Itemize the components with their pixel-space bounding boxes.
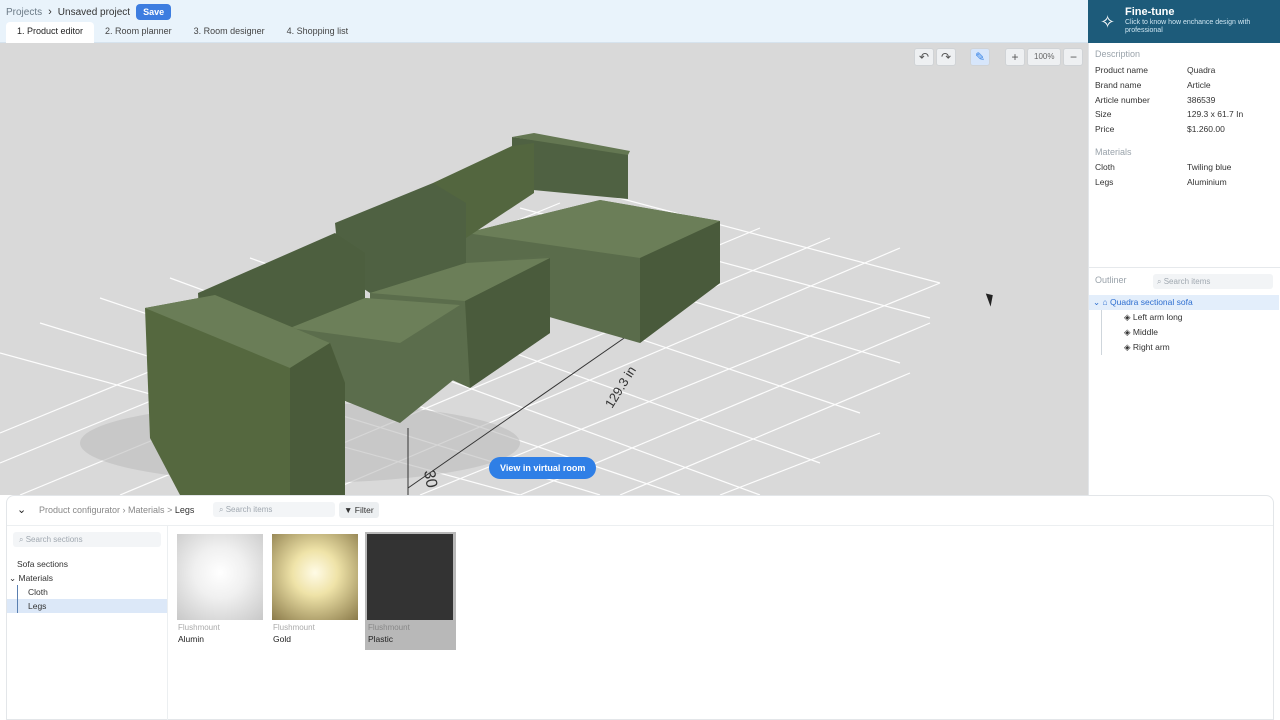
material-card-alumin[interactable]: Flushmount Alumin [175,532,266,650]
cube-icon: ◈ [1124,312,1131,322]
material-swatch [367,534,453,620]
description-title: Description [1095,49,1141,59]
project-name: Unsaved project [57,6,131,18]
collapse-chevron-icon[interactable]: ⌄ [17,503,26,516]
materials-grid: Flushmount Alumin Flushmount Gold Flushm… [175,532,456,650]
zoom-level: 100% [1027,48,1062,66]
configurator-breadcrumb: Product configurator › Materials > Legs [39,505,195,515]
material-category: Flushmount [273,623,315,632]
ruler-icon[interactable]: ✎ [970,48,990,66]
material-card-plastic[interactable]: Flushmount Plastic [365,532,456,650]
material-category: Flushmount [178,623,220,632]
field-legs: Legs Aluminium [1095,177,1227,187]
cube-icon: ◈ [1124,342,1131,352]
sections-tree: ⌕ Search sections Sofa sections ⌄ Materi… [7,526,168,720]
tab-product-editor[interactable]: 1. Product editor [6,22,95,43]
configurator-search-input[interactable]: ⌕ Search items [213,502,335,517]
3d-viewport[interactable]: 129.3 in 30 ↶ ↷ ✎ + 100% − View in virtu… [0,43,1088,495]
field-size: Size 129.3 x 61.7 In [1095,109,1244,119]
material-category: Flushmount [368,623,410,632]
material-name: Plastic [368,634,394,644]
fine-tune-subtitle: Click to know how enchance design with p… [1125,19,1251,34]
field-article-number: Article number 386539 [1095,95,1216,105]
product-configurator-panel: ⌄ Product configurator › Materials > Leg… [6,495,1274,720]
outliner-search-input[interactable]: ⌕ Search items [1153,274,1273,289]
tab-room-designer[interactable]: 3. Room designer [183,22,276,43]
outliner-item-right-arm[interactable]: ◈ Right arm [1101,340,1271,355]
outliner-header: Outliner ⌕ Search items [1089,267,1280,293]
dimension-depth-label: 30 [420,469,440,490]
section-materials[interactable]: ⌄ Materials [7,571,167,585]
material-card-gold[interactable]: Flushmount Gold [270,532,361,650]
field-cloth: Cloth Twiling blue [1095,162,1232,172]
fine-tune-banner[interactable]: ✧ Fine-tune Click to know how enchance d… [1088,0,1280,43]
home-icon: ⌂ [1102,297,1108,307]
outliner-title: Outliner [1095,275,1127,285]
breadcrumb-projects[interactable]: Projects [6,7,42,18]
breadcrumb-chevron-icon: › [48,6,52,18]
section-cloth[interactable]: Cloth [7,585,167,599]
zoom-group: + 100% − [1005,48,1084,66]
material-swatch [272,534,358,620]
material-swatch [177,534,263,620]
outliner-item-left-arm[interactable]: ◈ Left arm long [1101,310,1271,325]
material-name: Alumin [178,634,204,644]
zoom-out-icon[interactable]: − [1063,48,1084,66]
cube-icon: ◈ [1124,327,1131,337]
properties-panel: Description Product name Quadra Brand nam… [1088,43,1280,495]
sparkle-icon: ✧ [1100,12,1116,32]
fine-tune-title: Fine-tune [1125,6,1175,18]
outliner-item-middle[interactable]: ◈ Middle [1101,325,1271,340]
materials-title: Materials [1095,147,1132,157]
filter-icon: ▼ [344,505,353,515]
field-brand-name: Brand name Article [1095,80,1211,90]
view-in-virtual-room-button[interactable]: View in virtual room [489,457,597,479]
section-legs[interactable]: Legs [7,599,167,613]
sofa-scene: 129.3 in 30 [0,43,1088,495]
material-name: Gold [273,634,291,644]
field-product-name: Product name Quadra [1095,65,1216,75]
top-bar: Projects › Unsaved project Save 1. Produ… [0,0,1088,43]
field-price: Price $1.260.00 [1095,124,1225,134]
outliner-item-root[interactable]: ⌄ ⌂ Quadra sectional sofa [1089,295,1279,310]
chevron-down-icon[interactable]: ⌄ [1093,297,1100,307]
chevron-down-icon[interactable]: ⌄ [9,573,16,583]
tab-bar: 1. Product editor 2. Room planner 3. Roo… [6,22,359,43]
zoom-in-icon[interactable]: + [1005,48,1025,66]
undo-icon[interactable]: ↶ [914,48,934,66]
section-sofa-sections[interactable]: Sofa sections [7,557,167,571]
undo-redo-group: ↶ ↷ [914,48,956,66]
save-button[interactable]: Save [136,4,172,20]
sections-search-input[interactable]: ⌕ Search sections [13,532,161,547]
filter-button[interactable]: ▼ Filter [339,502,379,518]
tab-shopping-list[interactable]: 4. Shopping list [276,22,360,43]
redo-icon[interactable]: ↷ [936,48,956,66]
breadcrumb: Projects › Unsaved project Save [6,4,172,20]
tab-room-planner[interactable]: 2. Room planner [94,22,183,43]
configurator-header: ⌄ Product configurator › Materials > Leg… [7,496,1273,526]
measure-group: ✎ [970,48,990,66]
